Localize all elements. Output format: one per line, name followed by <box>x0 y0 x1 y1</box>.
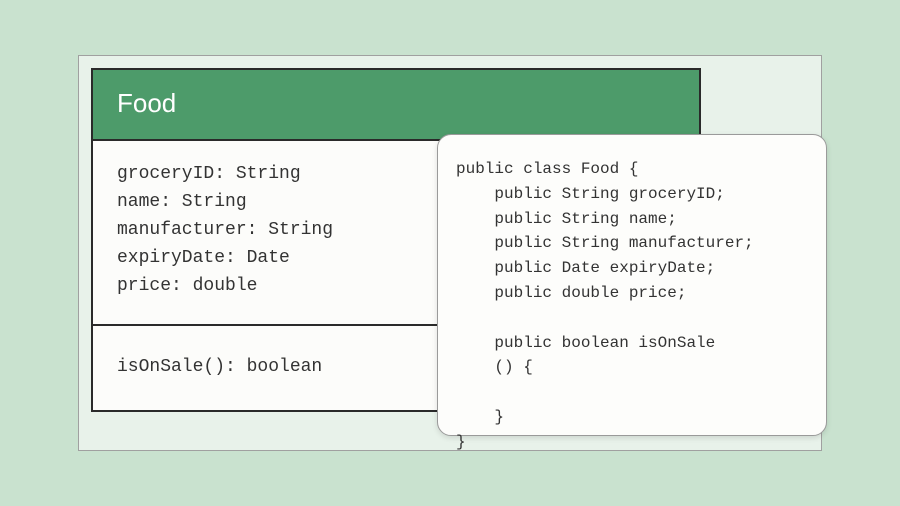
code-panel: public class Food { public String grocer… <box>437 134 827 436</box>
code-block: public class Food { public String grocer… <box>456 157 808 455</box>
uml-class-name: Food <box>93 70 699 141</box>
diagram-canvas: Food groceryID: String name: String manu… <box>78 55 822 451</box>
